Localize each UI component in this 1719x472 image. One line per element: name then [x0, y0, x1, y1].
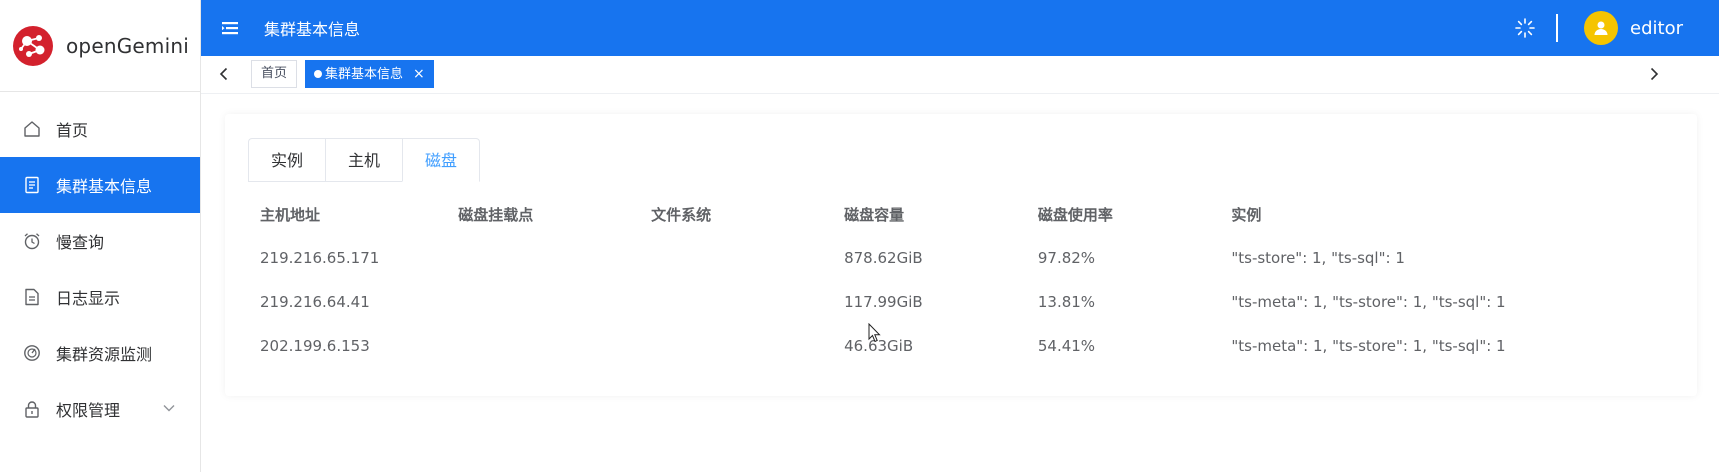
table-cell	[639, 280, 832, 324]
file-text-icon	[22, 287, 42, 307]
sidebar: openGemini 首页 集群基本信息 慢查询 日志显示 集群资源监测 权限管…	[0, 0, 201, 472]
header-divider	[1556, 14, 1559, 42]
table-cell	[446, 280, 639, 324]
page-title: 集群基本信息	[264, 20, 361, 39]
table-cell	[446, 324, 639, 368]
column-header: 磁盘使用率	[1037, 205, 1113, 224]
alarm-clock-icon	[22, 231, 42, 251]
table-cell	[446, 236, 639, 280]
tab-instances[interactable]: 实例	[248, 138, 326, 182]
table-row: 219.216.65.171 878.62GiB 97.82% "ts-stor…	[248, 236, 1697, 280]
table-cell	[639, 324, 832, 368]
tab-hosts[interactable]: 主机	[325, 138, 403, 182]
column-header: 主机地址	[260, 205, 321, 224]
sidebar-menu: 首页 集群基本信息 慢查询 日志显示 集群资源监测 权限管理	[0, 92, 200, 437]
main-content: 实例 主机 磁盘 主机地址 磁盘挂载点 文件系统 磁盘容量 磁盘使用率 实例 2…	[201, 94, 1719, 472]
table-cell: 54.41%	[1037, 337, 1096, 355]
column-header: 文件系统	[651, 205, 712, 224]
gauge-icon	[22, 343, 42, 363]
disk-table: 主机地址 磁盘挂载点 文件系统 磁盘容量 磁盘使用率 实例 219.216.65…	[248, 192, 1697, 368]
tab-disks[interactable]: 磁盘	[402, 138, 481, 182]
sidebar-item-label: 日志显示	[56, 289, 121, 308]
chevron-down-icon	[163, 405, 175, 412]
top-header: 集群基本信息 editor	[201, 0, 1719, 56]
mouse-cursor-icon	[868, 323, 881, 343]
sidebar-item-home[interactable]: 首页	[0, 101, 200, 157]
brand-name: openGemini	[66, 33, 189, 58]
hamburger-menu-icon[interactable]	[221, 19, 239, 37]
username[interactable]: editor	[1630, 18, 1683, 39]
table-cell: 219.216.64.41	[260, 293, 370, 311]
tab-bar: 实例 主机 磁盘	[248, 138, 481, 182]
sidebar-item-logs[interactable]: 日志显示	[0, 269, 200, 325]
sidebar-item-cluster-info[interactable]: 集群基本信息	[0, 157, 200, 213]
sidebar-item-resource-monitor[interactable]: 集群资源监测	[0, 325, 200, 381]
sidebar-item-label: 首页	[56, 121, 89, 140]
table-row: 219.216.64.41 117.99GiB 13.81% "ts-meta"…	[248, 280, 1697, 324]
column-header: 实例	[1231, 205, 1262, 224]
app-root: openGemini 首页 集群基本信息 慢查询 日志显示 集群资源监测 权限管…	[0, 0, 1719, 472]
close-icon[interactable]: ×	[413, 66, 425, 82]
table-cell	[639, 236, 832, 280]
tags-bar: 首页 集群基本信息 ×	[201, 56, 1719, 94]
column-header: 磁盘容量	[844, 205, 905, 224]
table-cell: "ts-meta": 1, "ts-store": 1, "ts-sql": 1	[1231, 293, 1506, 311]
user-icon	[1594, 21, 1608, 35]
home-icon	[22, 119, 42, 139]
table-header-row: 主机地址 磁盘挂载点 文件系统 磁盘容量 磁盘使用率 实例	[248, 192, 1697, 236]
table-cell: "ts-meta": 1, "ts-store": 1, "ts-sql": 1	[1231, 337, 1506, 355]
avatar[interactable]	[1584, 11, 1619, 45]
table-cell: 46.63GiB	[844, 337, 914, 355]
lock-icon	[22, 399, 42, 419]
chevron-left-icon[interactable]	[215, 65, 233, 83]
disk-card: 实例 主机 磁盘 主机地址 磁盘挂载点 文件系统 磁盘容量 磁盘使用率 实例 2…	[225, 114, 1697, 396]
chevron-right-icon[interactable]	[1645, 65, 1663, 83]
table-cell: 219.216.65.171	[260, 249, 380, 267]
logo[interactable]: openGemini	[0, 0, 200, 92]
sidebar-item-label: 慢查询	[56, 233, 105, 252]
table-cell: 13.81%	[1037, 293, 1096, 311]
opengemini-logo-icon	[13, 25, 53, 66]
table-cell: 117.99GiB	[844, 293, 923, 311]
sidebar-item-permissions[interactable]: 权限管理	[0, 381, 200, 437]
tag-label: 集群基本信息	[325, 67, 404, 82]
loading-spinner-icon[interactable]	[1514, 17, 1536, 39]
sidebar-item-label: 权限管理	[56, 401, 121, 420]
document-icon	[22, 175, 42, 195]
header-actions: editor	[1514, 0, 1719, 56]
table-cell: 97.82%	[1037, 249, 1096, 267]
active-dot	[314, 70, 322, 78]
table-cell: "ts-store": 1, "ts-sql": 1	[1231, 249, 1405, 267]
table-row: 202.199.6.153 46.63GiB 54.41% "ts-meta":…	[248, 324, 1697, 368]
sidebar-item-label: 集群资源监测	[56, 345, 153, 364]
table-cell: 878.62GiB	[844, 249, 923, 267]
tag-home[interactable]: 首页	[251, 60, 298, 88]
sidebar-item-slow-query[interactable]: 慢查询	[0, 213, 200, 269]
table-cell: 202.199.6.153	[260, 337, 370, 355]
sidebar-item-label: 集群基本信息	[56, 177, 153, 196]
column-header: 磁盘挂载点	[458, 205, 534, 224]
tag-cluster-info[interactable]: 集群基本信息 ×	[305, 60, 434, 88]
